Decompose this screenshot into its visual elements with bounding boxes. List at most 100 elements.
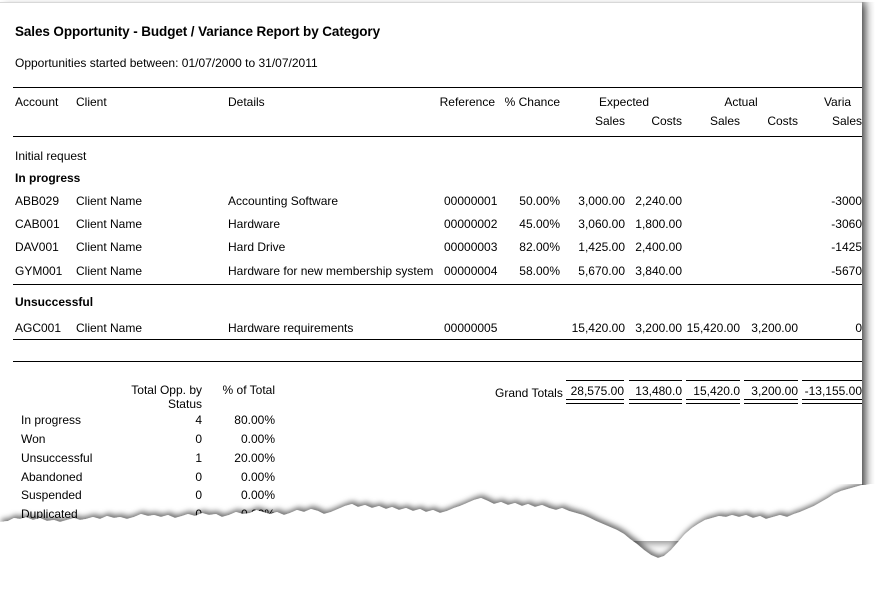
summary-row-percent: 20.00% bbox=[234, 451, 275, 465]
grand-total-rule-bottom bbox=[802, 399, 862, 404]
table-row-expected-costs: 1,800.00 bbox=[635, 217, 682, 231]
table-row-client: Client Name bbox=[76, 240, 143, 254]
category-label: Initial request bbox=[15, 149, 87, 163]
table-row-details: Accounting Software bbox=[228, 194, 339, 208]
body-bottom-rule bbox=[13, 339, 862, 340]
summary-row-percent: 0.00% bbox=[240, 488, 275, 502]
table-row-expected-costs: 3,840.00 bbox=[635, 264, 682, 278]
column-header-chance: % Chance bbox=[504, 95, 560, 109]
grand-total-rule-bottom bbox=[744, 399, 798, 404]
report-date-range: Opportunities started between: 01/07/200… bbox=[15, 56, 318, 70]
table-row-chance: 58.00% bbox=[519, 264, 560, 278]
grand-totals-label: Grand Totals bbox=[495, 386, 563, 400]
table-row-client: Client Name bbox=[76, 264, 143, 278]
summary-total-count: 5 bbox=[195, 528, 202, 541]
column-header-variance-sales: Sales bbox=[831, 114, 862, 128]
table-row-reference: 00000005 bbox=[444, 321, 498, 335]
status-group-label: Unsuccessful bbox=[15, 295, 94, 309]
table-row-account: AGC001 bbox=[15, 321, 62, 335]
table-row-variance-sales: -3000 bbox=[831, 194, 862, 208]
page-title: Sales Opportunity - Budget / Variance Re… bbox=[15, 24, 380, 39]
table-row-account: GYM001 bbox=[15, 264, 63, 278]
header-bottom-rule bbox=[13, 136, 862, 137]
column-group-header-actual: Actual bbox=[724, 95, 758, 109]
grand-total-expected-costs: 13,480.0 bbox=[635, 384, 682, 398]
grand-total-expected-sales: 28,575.00 bbox=[570, 384, 624, 398]
grand-total-rule-top bbox=[744, 380, 798, 381]
table-row-variance-sales: 0 bbox=[855, 321, 862, 335]
table-row-details: Hard Drive bbox=[228, 240, 286, 254]
summary-row-label: Duplicated bbox=[21, 507, 78, 521]
table-row-variance-sales: -1425 bbox=[831, 240, 862, 254]
table-row-expected-sales: 15,420.00 bbox=[571, 321, 625, 335]
summary-row-percent: 0.00% bbox=[240, 507, 275, 521]
table-row-variance-sales: -3060 bbox=[831, 217, 862, 231]
summary-row-count: 1 bbox=[195, 451, 202, 465]
column-header-actual-costs: Costs bbox=[767, 114, 798, 128]
grand-total-rule-bottom bbox=[686, 399, 740, 404]
table-row-client: Client Name bbox=[76, 321, 143, 335]
summary-row-count: 0 bbox=[195, 488, 202, 502]
summary-row-label: Suspended bbox=[21, 488, 82, 502]
column-header-expected-sales: Sales bbox=[594, 114, 625, 128]
table-row-details: Hardware requirements bbox=[228, 321, 354, 335]
column-header-account: Account bbox=[15, 95, 59, 109]
summary-row-percent: 0.00% bbox=[240, 470, 275, 484]
table-row-details: Hardware bbox=[228, 217, 281, 231]
column-header-client: Client bbox=[76, 95, 107, 109]
grand-total-rule-bottom bbox=[566, 399, 624, 404]
table-row-client: Client Name bbox=[76, 217, 143, 231]
grand-total-actual-costs: 3,200.00 bbox=[751, 384, 798, 398]
summary-row-label: In progress bbox=[21, 413, 82, 427]
grand-total-rule-top bbox=[629, 380, 682, 381]
summary-row-count: 4 bbox=[195, 413, 202, 427]
summary-row-count: 0 bbox=[195, 470, 202, 484]
grand-total-actual-sales: 15,420.0 bbox=[693, 384, 740, 398]
summary-row-count: 0 bbox=[195, 507, 202, 521]
summary-header-percent: % of Total bbox=[222, 383, 275, 397]
header-top-rule bbox=[13, 87, 862, 88]
grand-total-rule-top bbox=[566, 380, 624, 381]
table-row-expected-costs: 2,240.00 bbox=[635, 194, 682, 208]
page-right-shadow bbox=[862, 2, 878, 540]
table-row-details: Hardware for new membership system bbox=[228, 264, 434, 278]
summary-row-percent: 0.00% bbox=[240, 432, 275, 446]
grand-total-variance-sales: -13,155.00 bbox=[804, 384, 862, 398]
table-row-actual-costs: 3,200.00 bbox=[751, 321, 798, 335]
grand-total-rule-top bbox=[802, 380, 862, 381]
table-row-chance: 50.00% bbox=[519, 194, 560, 208]
summary-row-count: 0 bbox=[195, 432, 202, 446]
summary-row-label: Unsuccessful bbox=[21, 451, 93, 465]
summary-row-label: Abandoned bbox=[21, 470, 83, 484]
table-row-expected-sales: 3,000.00 bbox=[578, 194, 625, 208]
summary-row-label: Won bbox=[21, 432, 46, 446]
summary-total-label: Total bbox=[21, 528, 47, 541]
table-row-expected-sales: 5,670.00 bbox=[578, 264, 625, 278]
column-group-header-variance: Varia bbox=[823, 95, 852, 109]
table-row-account: CAB001 bbox=[15, 217, 60, 231]
table-row-chance: 45.00% bbox=[519, 217, 560, 231]
section-rule bbox=[13, 284, 862, 285]
table-row-actual-sales: 15,420.00 bbox=[686, 321, 740, 335]
table-row-account: ABB029 bbox=[15, 194, 60, 208]
table-row-account: DAV001 bbox=[15, 240, 59, 254]
grand-total-rule-bottom bbox=[629, 399, 682, 404]
column-header-expected-costs: Costs bbox=[651, 114, 682, 128]
table-row-expected-sales: 1,425.00 bbox=[578, 240, 625, 254]
table-row-client: Client Name bbox=[76, 194, 143, 208]
grand-total-rule-top bbox=[686, 380, 740, 381]
footer-rule bbox=[13, 361, 862, 362]
report-preview-screen: Sales Opportunity - Budget / Variance Re… bbox=[0, 0, 878, 594]
summary-total-rule bbox=[124, 524, 202, 525]
table-row-variance-sales: -5670 bbox=[831, 264, 862, 278]
summary-row-percent: 80.00% bbox=[234, 413, 275, 427]
summary-header-count-line2: Status bbox=[167, 397, 202, 411]
table-row-chance: 82.00% bbox=[519, 240, 560, 254]
column-header-actual-sales: Sales bbox=[709, 114, 740, 128]
summary-header-count-line1: Total Opp. by bbox=[131, 383, 202, 397]
table-row-expected-sales: 3,060.00 bbox=[578, 217, 625, 231]
status-group-label: In progress bbox=[15, 171, 81, 185]
table-row-expected-costs: 2,400.00 bbox=[635, 240, 682, 254]
report-page-sheet: Sales Opportunity - Budget / Variance Re… bbox=[0, 2, 862, 541]
table-row-expected-costs: 3,200.00 bbox=[635, 321, 682, 335]
